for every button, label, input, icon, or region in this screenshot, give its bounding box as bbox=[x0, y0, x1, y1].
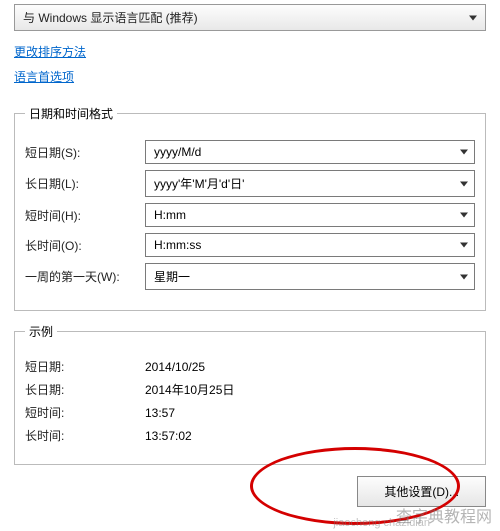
short-time-select[interactable]: H:mm bbox=[145, 203, 475, 227]
ex-long-date-label: 长日期: bbox=[25, 381, 145, 398]
ex-long-date-value: 2014年10月25日 bbox=[145, 381, 234, 398]
example-legend: 示例 bbox=[25, 323, 57, 340]
chevron-down-icon bbox=[460, 274, 468, 279]
long-date-select[interactable]: yyyy'年'M'月'd'日' bbox=[145, 170, 475, 197]
short-time-label: 短时间(H): bbox=[25, 207, 145, 224]
ex-long-time-label: 长时间: bbox=[25, 427, 145, 444]
long-date-label: 长日期(L): bbox=[25, 175, 145, 192]
date-time-format-group: 日期和时间格式 短日期(S): yyyy/M/d 长日期(L): yyyy'年'… bbox=[14, 105, 486, 311]
ex-short-time-value: 13:57 bbox=[145, 406, 175, 420]
change-sort-link[interactable]: 更改排序方法 bbox=[14, 43, 86, 60]
short-date-value: yyyy/M/d bbox=[154, 145, 201, 159]
watermark-sub: jiaocheng chazidian bbox=[333, 517, 430, 529]
short-time-value: H:mm bbox=[154, 208, 186, 222]
first-day-value: 星期一 bbox=[154, 270, 190, 284]
display-language-select[interactable]: 与 Windows 显示语言匹配 (推荐) bbox=[14, 4, 486, 31]
chevron-down-icon bbox=[460, 150, 468, 155]
chevron-down-icon bbox=[460, 213, 468, 218]
long-time-select[interactable]: H:mm:ss bbox=[145, 233, 475, 257]
ex-short-date-value: 2014/10/25 bbox=[145, 360, 205, 374]
ex-short-date-label: 短日期: bbox=[25, 358, 145, 375]
format-legend: 日期和时间格式 bbox=[25, 105, 117, 122]
ex-short-time-label: 短时间: bbox=[25, 404, 145, 421]
chevron-down-icon bbox=[460, 243, 468, 248]
long-date-value: yyyy'年'M'月'd'日' bbox=[154, 177, 244, 191]
first-day-select[interactable]: 星期一 bbox=[145, 263, 475, 290]
example-group: 示例 短日期: 2014/10/25 长日期: 2014年10月25日 短时间:… bbox=[14, 323, 486, 465]
ex-long-time-value: 13:57:02 bbox=[145, 429, 192, 443]
display-language-value: 与 Windows 显示语言匹配 (推荐) bbox=[23, 11, 198, 25]
long-time-value: H:mm:ss bbox=[154, 238, 201, 252]
chevron-down-icon bbox=[460, 181, 468, 186]
short-date-label: 短日期(S): bbox=[25, 144, 145, 161]
chevron-down-icon bbox=[469, 15, 477, 20]
language-preferences-link[interactable]: 语言首选项 bbox=[14, 68, 74, 85]
long-time-label: 长时间(O): bbox=[25, 237, 145, 254]
other-settings-button[interactable]: 其他设置(D)... bbox=[357, 476, 486, 507]
first-day-label: 一周的第一天(W): bbox=[25, 268, 145, 285]
short-date-select[interactable]: yyyy/M/d bbox=[145, 140, 475, 164]
